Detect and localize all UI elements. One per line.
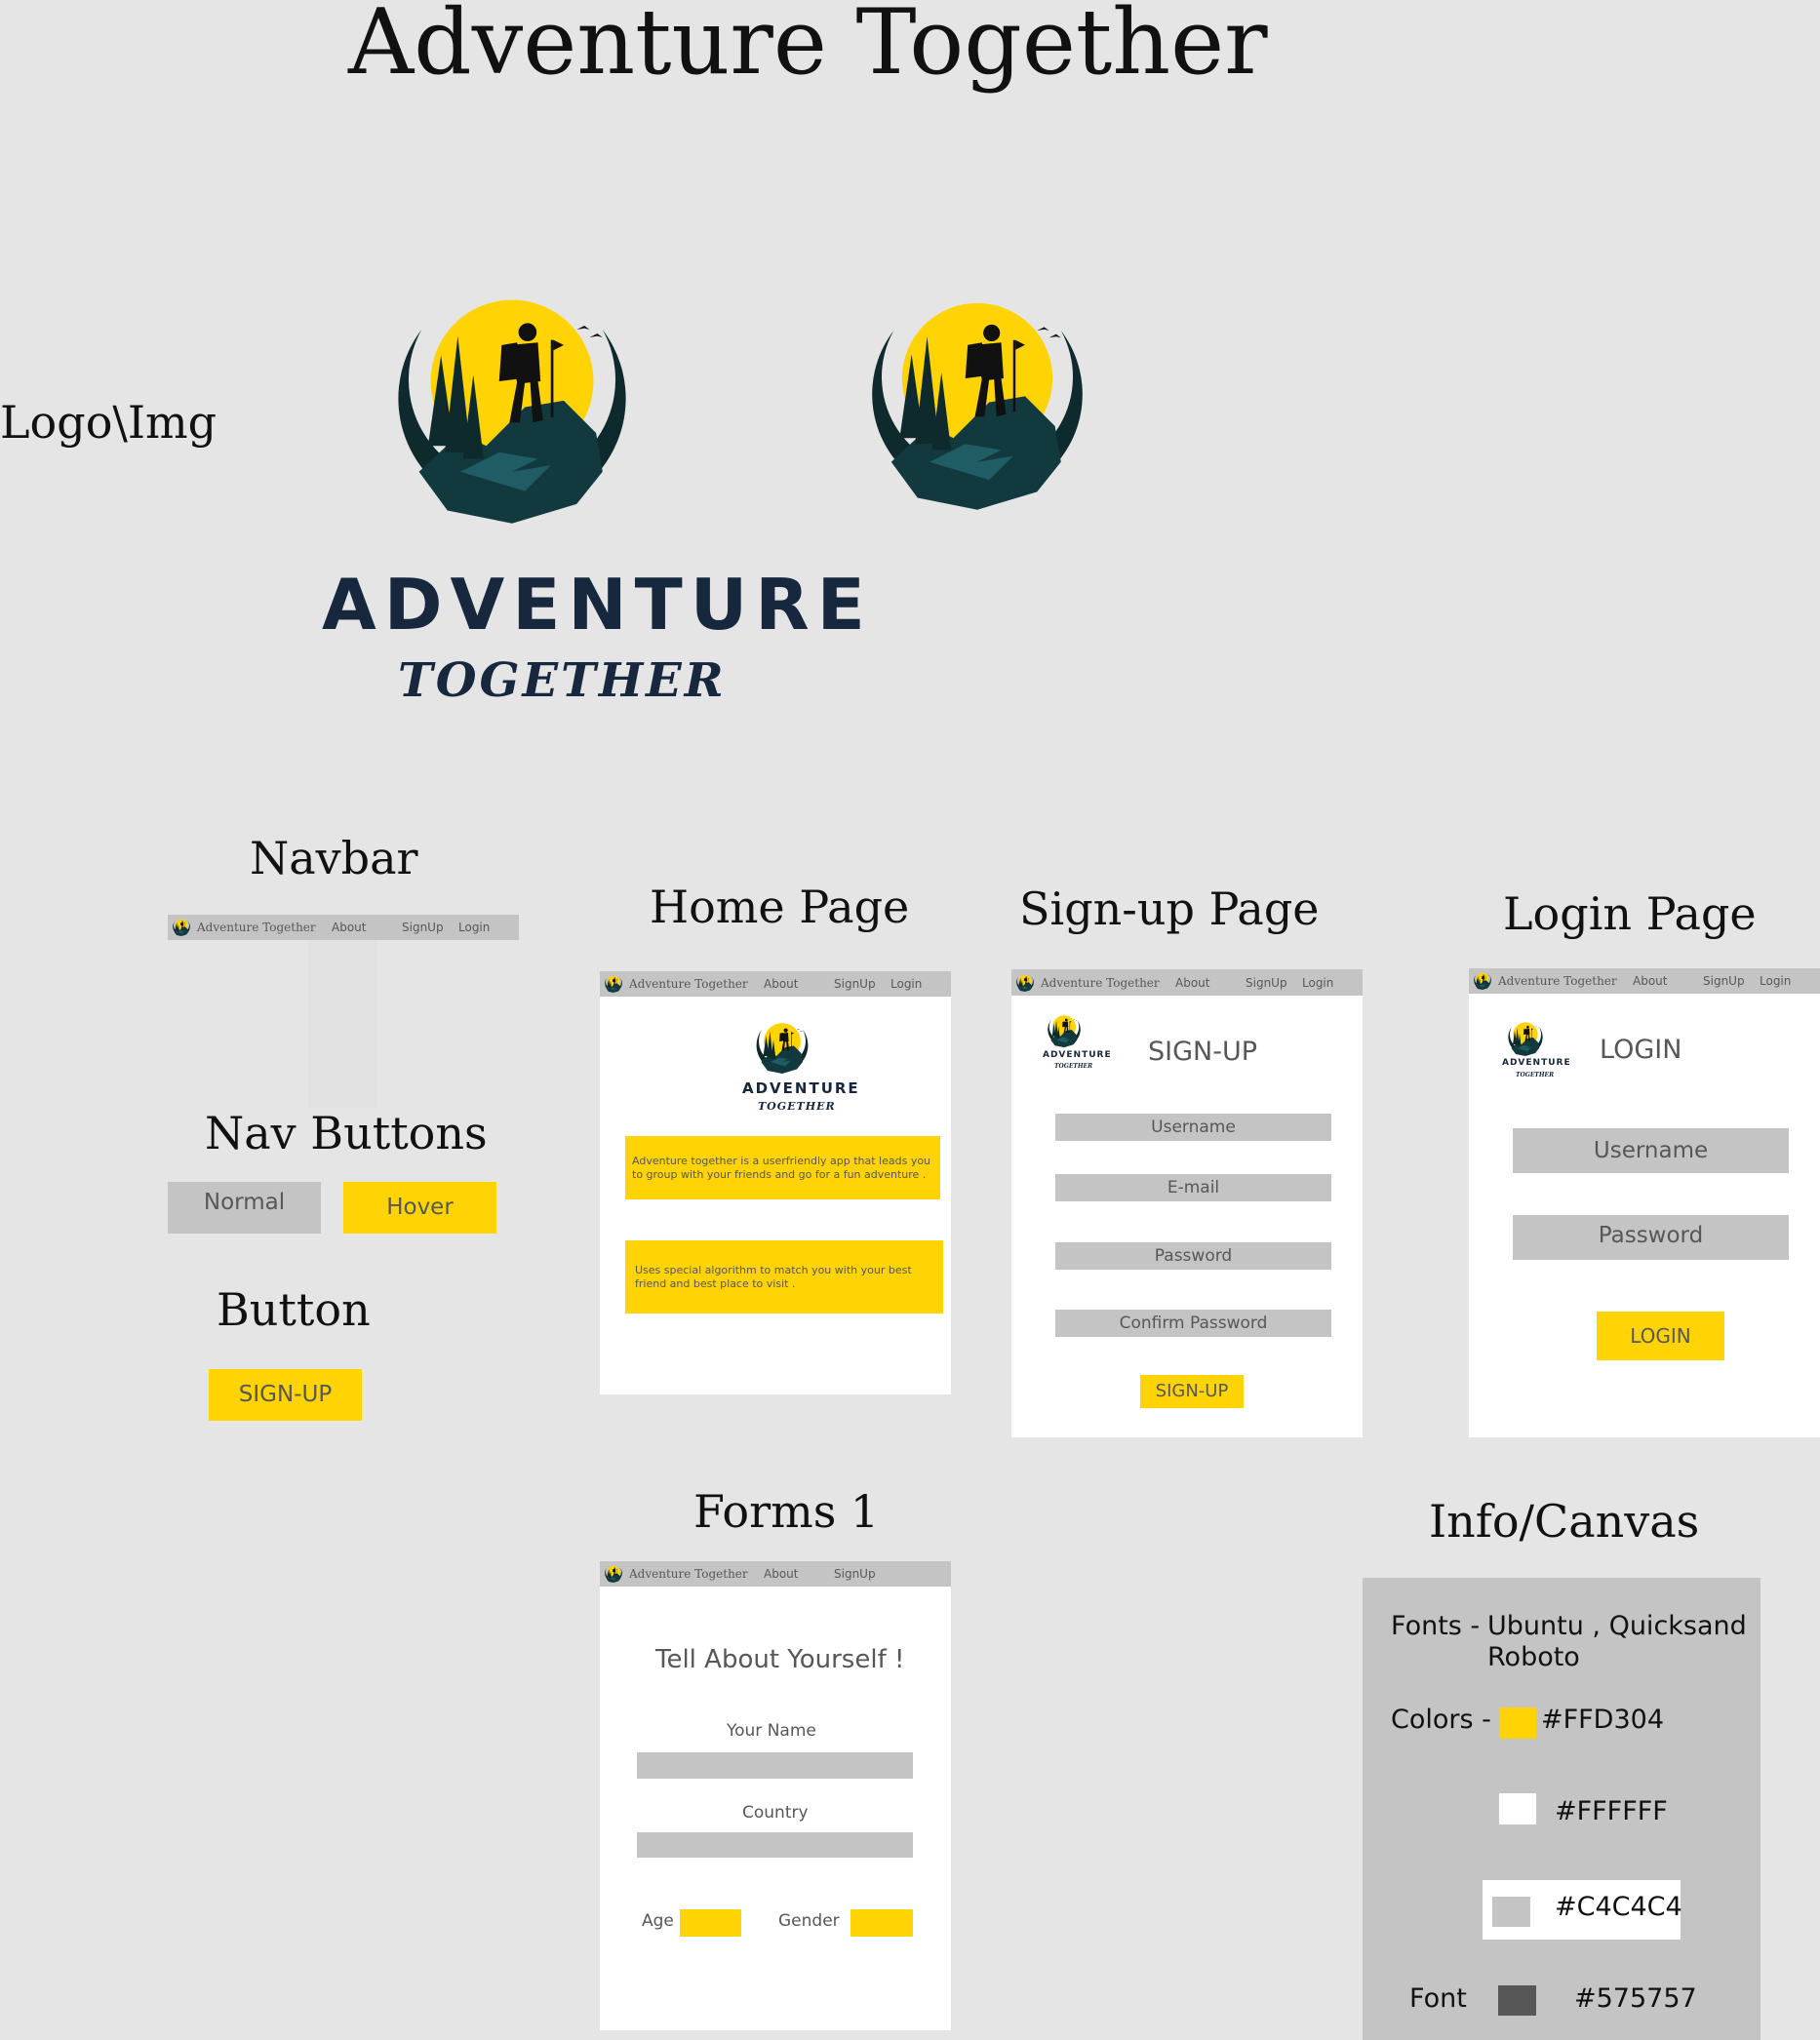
nav-logo-icon[interactable]: [172, 918, 191, 937]
nav-signup[interactable]: SignUp: [1703, 974, 1760, 988]
nav-logo-icon[interactable]: [1015, 973, 1035, 993]
forms-name-label: Your Name: [727, 1721, 816, 1741]
section-label-logo: Logo\Img: [0, 396, 218, 449]
forms-country-field[interactable]: [637, 1832, 913, 1858]
home-info-card-1: Adventure together is a userfriendly app…: [625, 1136, 940, 1199]
home-logo-image: [756, 1023, 809, 1074]
color-sample-grey-box: #C4C4C4: [1483, 1880, 1682, 1940]
nav-about[interactable]: About: [764, 1567, 834, 1581]
forms-name-field[interactable]: [637, 1752, 913, 1779]
section-label-signup: Sign-up Page: [1019, 883, 1320, 935]
forms-navbar: Adventure Together About SignUp: [600, 1561, 951, 1587]
nav-logo-icon[interactable]: [604, 974, 623, 994]
nav-about[interactable]: About: [1175, 976, 1246, 990]
login-heading: LOGIN: [1600, 1035, 1682, 1065]
info-fonts-label: Fonts -: [1391, 1611, 1481, 1641]
section-label-home: Home Page: [650, 881, 910, 933]
home-navbar: Adventure Together About SignUp Login: [600, 971, 951, 997]
color-swatch-white: [1499, 1793, 1536, 1824]
nav-brand[interactable]: Adventure Together: [1041, 976, 1175, 990]
nav-brand[interactable]: Adventure Together: [1498, 974, 1633, 988]
login-submit-button[interactable]: LOGIN: [1597, 1312, 1724, 1360]
section-label-nav-buttons: Nav Buttons: [205, 1107, 488, 1159]
info-color-yellow: #FFD304: [1541, 1705, 1665, 1735]
nav-brand[interactable]: Adventure Together: [629, 1567, 764, 1581]
nav-signup[interactable]: SignUp: [1246, 976, 1302, 990]
nav-logo-icon[interactable]: [604, 1564, 623, 1584]
login-page-panel: ADVENTURE TOGETHER LOGIN Username Passwo…: [1469, 994, 1820, 1437]
color-swatch-grey: [1492, 1897, 1530, 1927]
nav-about[interactable]: About: [1633, 974, 1703, 988]
home-page-panel: ADVENTURE TOGETHER Adventure together is…: [600, 997, 951, 1394]
nav-brand[interactable]: Adventure Together: [197, 921, 332, 934]
info-color-grey: #C4C4C4: [1555, 1892, 1682, 1922]
login-logo-word-together: TOGETHER: [1516, 1072, 1555, 1079]
nav-signup[interactable]: SignUp: [834, 977, 890, 991]
home-info-card-2: Uses special algorithm to match you with…: [625, 1240, 943, 1314]
forms-page-panel: Tell About Yourself ! Your Name Country …: [600, 1587, 951, 2030]
logo-word-adventure: ADVENTURE: [322, 564, 873, 646]
info-canvas-panel: Fonts - Ubuntu , Quicksand Roboto Colors…: [1363, 1578, 1761, 2040]
forms-country-label: Country: [742, 1803, 809, 1823]
page-title: Adventure Together: [348, 0, 1268, 95]
signup-logo-word-together: TOGETHER: [1054, 1063, 1093, 1070]
login-password-field[interactable]: Password: [1513, 1215, 1789, 1260]
signup-submit-button[interactable]: SIGN-UP: [1140, 1375, 1244, 1408]
login-logo-word-adventure: ADVENTURE: [1502, 1058, 1571, 1068]
signup-password-field[interactable]: Password: [1055, 1242, 1331, 1270]
section-label-button: Button: [217, 1283, 371, 1336]
info-font-label: Font: [1409, 1983, 1467, 2014]
forms-age-field[interactable]: [680, 1909, 741, 1937]
nav-brand[interactable]: Adventure Together: [629, 977, 764, 991]
section-label-login: Login Page: [1503, 887, 1757, 940]
forms-heading: Tell About Yourself !: [655, 1645, 905, 1674]
forms-age-label: Age: [642, 1911, 674, 1931]
logo-image-small: [872, 302, 1083, 510]
signup-confirm-password-field[interactable]: Confirm Password: [1055, 1310, 1331, 1337]
section-label-navbar: Navbar: [250, 832, 418, 884]
section-label-info: Info/Canvas: [1429, 1495, 1700, 1548]
nav-dropdown-placeholder: [308, 940, 376, 1108]
navbar-component: Adventure Together About SignUp Login: [168, 915, 519, 940]
color-swatch-yellow: [1499, 1707, 1536, 1739]
forms-gender-label: Gender: [778, 1911, 840, 1931]
color-swatch-font: [1498, 1985, 1536, 2016]
signup-logo-word-adventure: ADVENTURE: [1043, 1050, 1112, 1060]
nav-login[interactable]: Login: [890, 977, 922, 991]
section-label-forms: Forms 1: [693, 1485, 880, 1538]
login-navbar: Adventure Together About SignUp Login: [1469, 968, 1820, 994]
nav-button-hover[interactable]: Hover: [343, 1182, 496, 1234]
signup-heading: SIGN-UP: [1148, 1037, 1258, 1067]
home-info-text-2: Uses special algorithm to match you with…: [635, 1263, 912, 1290]
signup-username-field[interactable]: Username: [1055, 1114, 1331, 1141]
info-colors-label: Colors -: [1391, 1705, 1491, 1735]
home-logo-word-together: TOGETHER: [758, 1100, 836, 1113]
logo-word-together: TOGETHER: [398, 653, 727, 708]
signup-button-sample[interactable]: SIGN-UP: [209, 1369, 362, 1421]
nav-signup[interactable]: SignUp: [402, 921, 458, 934]
home-logo-word-adventure: ADVENTURE: [742, 1079, 860, 1097]
login-logo-image: [1508, 1022, 1543, 1056]
logo-image-large: [398, 299, 626, 524]
nav-about[interactable]: About: [764, 977, 834, 991]
info-fonts-line1: Ubuntu , Quicksand: [1487, 1611, 1747, 1641]
nav-button-normal[interactable]: Normal: [168, 1182, 321, 1234]
nav-login[interactable]: Login: [458, 921, 490, 934]
signup-email-field[interactable]: E-mail: [1055, 1174, 1331, 1201]
home-info-text-1: Adventure together is a userfriendly app…: [632, 1154, 931, 1181]
info-color-white: #FFFFFF: [1555, 1796, 1668, 1826]
signup-navbar: Adventure Together About SignUp Login: [1011, 969, 1363, 996]
nav-signup[interactable]: SignUp: [834, 1567, 876, 1581]
signup-logo-image: [1048, 1015, 1081, 1048]
nav-logo-icon[interactable]: [1473, 971, 1492, 991]
info-color-font: #575757: [1574, 1983, 1697, 2014]
nav-login[interactable]: Login: [1760, 974, 1791, 988]
signup-page-panel: ADVENTURE TOGETHER SIGN-UP Username E-ma…: [1011, 996, 1363, 1437]
info-fonts-line2: Roboto: [1487, 1642, 1580, 1672]
forms-gender-field[interactable]: [851, 1909, 913, 1937]
nav-about[interactable]: About: [332, 921, 402, 934]
login-username-field[interactable]: Username: [1513, 1128, 1789, 1173]
nav-login[interactable]: Login: [1302, 976, 1333, 990]
